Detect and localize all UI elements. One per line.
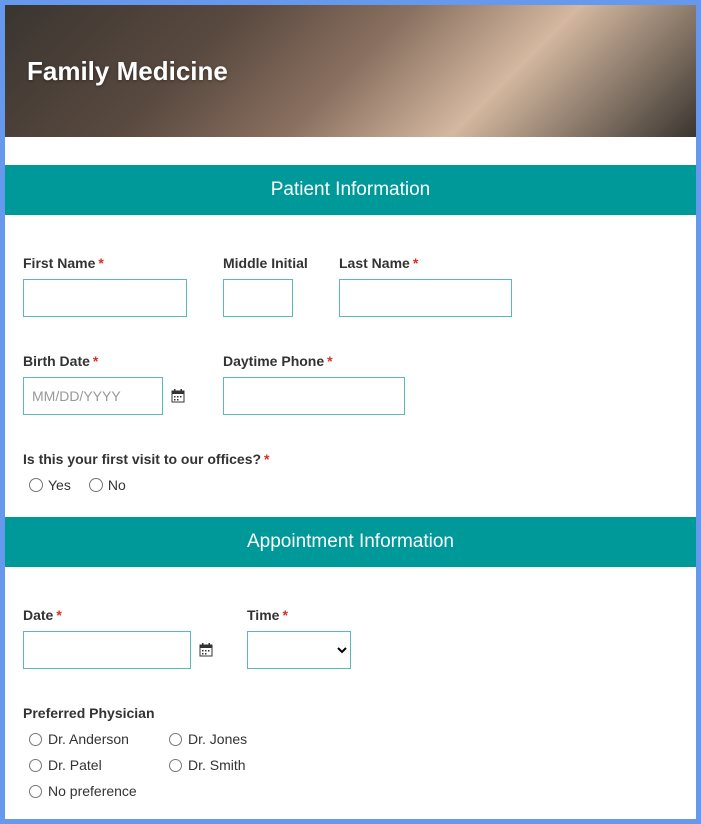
hero-title: Family Medicine xyxy=(27,56,228,87)
daytime-phone-input[interactable] xyxy=(223,377,405,415)
birth-date-input[interactable] xyxy=(23,377,163,415)
physician-smith-radio[interactable] xyxy=(169,759,182,772)
calendar-icon[interactable] xyxy=(171,389,185,403)
physician-jones[interactable]: Dr. Jones xyxy=(169,731,309,747)
daytime-phone-label: Daytime Phone* xyxy=(223,353,423,369)
appt-time-select[interactable] xyxy=(247,631,351,669)
calendar-icon[interactable] xyxy=(199,643,213,657)
birth-date-label: Birth Date* xyxy=(23,353,223,369)
spacer xyxy=(5,137,696,165)
hero-banner: Family Medicine xyxy=(5,5,696,137)
first-visit-no-radio[interactable] xyxy=(89,478,103,492)
first-visit-label: Is this your first visit to our offices?… xyxy=(23,451,678,467)
physician-anderson-radio[interactable] xyxy=(29,733,42,746)
physician-smith[interactable]: Dr. Smith xyxy=(169,757,309,773)
physician-nopref-radio[interactable] xyxy=(29,785,42,798)
physician-jones-radio[interactable] xyxy=(169,733,182,746)
appt-date-label: Date* xyxy=(23,607,247,623)
middle-initial-label: Middle Initial xyxy=(223,255,339,271)
section-header-appointment: Appointment Information xyxy=(5,517,696,567)
middle-initial-input[interactable] xyxy=(223,279,293,317)
first-name-field: First Name* xyxy=(23,255,223,317)
birth-date-field: Birth Date* xyxy=(23,353,223,415)
appt-date-field: Date* xyxy=(23,607,247,669)
daytime-phone-field: Daytime Phone* xyxy=(223,353,423,415)
first-visit-yes[interactable]: Yes xyxy=(29,477,71,493)
physician-patel-radio[interactable] xyxy=(29,759,42,772)
middle-initial-field: Middle Initial xyxy=(223,255,339,317)
first-visit-yes-radio[interactable] xyxy=(29,478,43,492)
patient-section: First Name* Middle Initial Last Name* Bi… xyxy=(5,215,696,517)
physician-patel[interactable]: Dr. Patel xyxy=(29,757,169,773)
physician-anderson[interactable]: Dr. Anderson xyxy=(29,731,169,747)
section-header-patient: Patient Information xyxy=(5,165,696,215)
physician-field: Preferred Physician Dr. Anderson Dr. Jon… xyxy=(23,705,678,799)
appt-date-input[interactable] xyxy=(23,631,191,669)
last-name-input[interactable] xyxy=(339,279,512,317)
form-container: Family Medicine Patient Information Firs… xyxy=(5,5,696,819)
first-name-input[interactable] xyxy=(23,279,187,317)
last-name-field: Last Name* xyxy=(339,255,539,317)
physician-nopref[interactable]: No preference xyxy=(29,783,169,799)
appointment-section: Date* Time* Preferred Physician Dr. Ande… xyxy=(5,567,696,819)
last-name-label: Last Name* xyxy=(339,255,539,271)
first-visit-no[interactable]: No xyxy=(89,477,126,493)
first-name-label: First Name* xyxy=(23,255,223,271)
appt-time-label: Time* xyxy=(247,607,367,623)
physician-label: Preferred Physician xyxy=(23,705,678,721)
appt-time-field: Time* xyxy=(247,607,367,669)
